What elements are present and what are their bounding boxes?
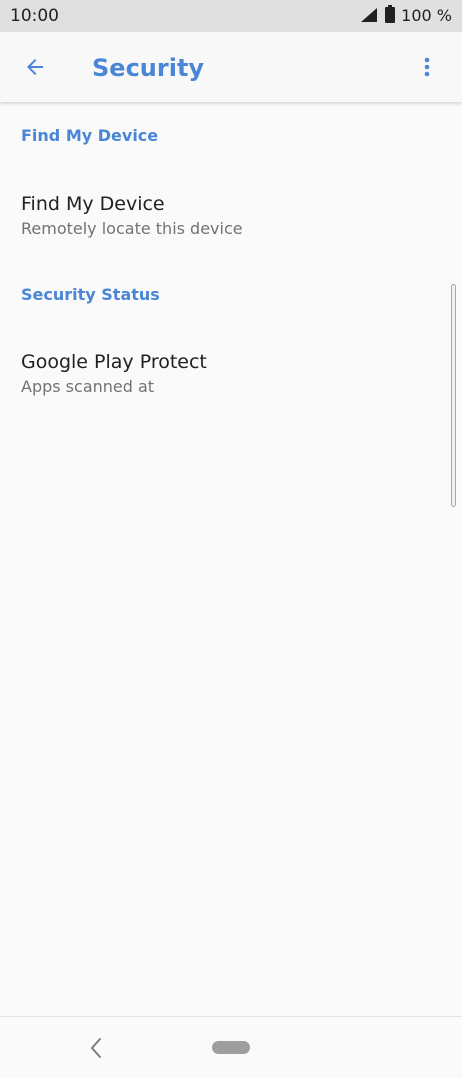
signal-icon [361,7,378,26]
home-pill-icon[interactable] [212,1041,250,1054]
item-title: Find My Device [21,193,165,215]
app-bar: Security [0,32,462,102]
more-vert-icon [424,57,430,77]
battery-percentage: 100 % [401,6,452,25]
scrollbar[interactable] [451,284,456,507]
status-bar: 10:00 100 % [0,0,462,32]
list-item-find-my-device[interactable]: Find My Device Remotely locate this devi… [0,191,440,261]
section-header-find-my-device: Find My Device [21,126,159,145]
back-arrow-icon [27,59,43,75]
nav-back-button[interactable] [86,1035,106,1061]
page-title: Security [92,54,205,82]
list-item-google-play-protect[interactable]: Google Play Protect Apps scanned at [0,349,440,419]
nav-back-icon [91,1038,101,1058]
section-header-security-status: Security Status [21,285,160,304]
status-time: 10:00 [10,6,59,26]
battery-icon [385,5,396,27]
item-summary: Apps scanned at [21,377,155,396]
more-options-button[interactable] [406,46,448,88]
item-title: Google Play Protect [21,351,207,373]
navigation-bar [0,1016,462,1078]
status-icons: 100 % [361,5,452,27]
item-summary: Remotely locate this device [21,219,243,238]
back-button[interactable] [14,46,56,88]
